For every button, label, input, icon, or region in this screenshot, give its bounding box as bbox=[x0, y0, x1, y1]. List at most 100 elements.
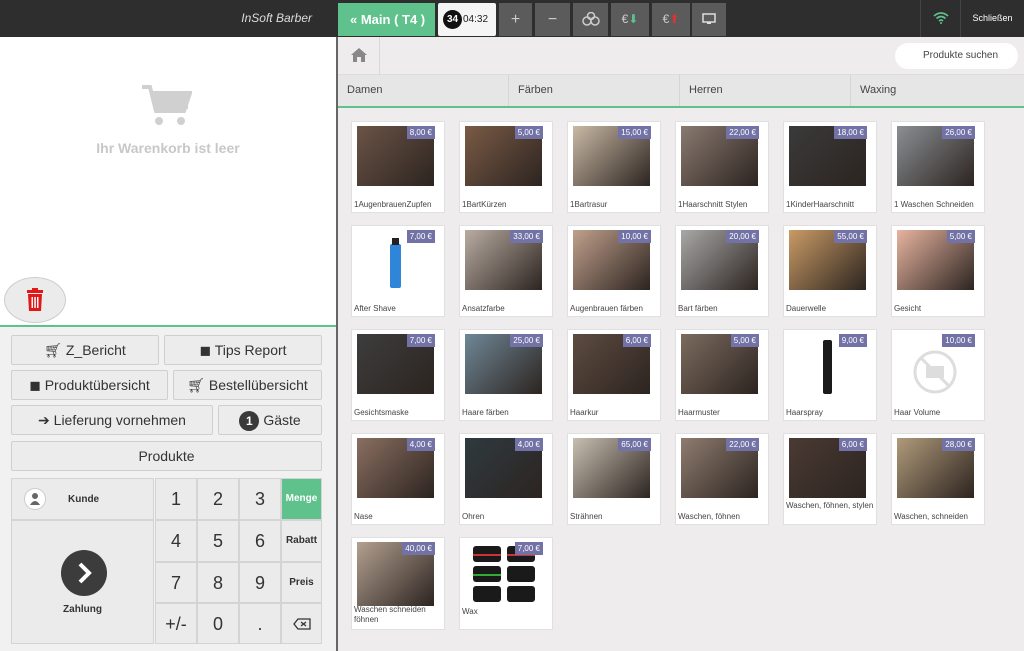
plus-icon[interactable]: + bbox=[499, 3, 532, 36]
product-card[interactable]: 7,00 € After Shave bbox=[351, 225, 445, 317]
products-button[interactable]: Produkte bbox=[11, 441, 322, 471]
product-card[interactable]: 6,00 € Waschen, föhnen, stylen bbox=[783, 433, 877, 525]
product-card[interactable]: 65,00 € Strähnen bbox=[567, 433, 661, 525]
product-card[interactable]: 22,00 € 1Haarschnitt Stylen bbox=[675, 121, 769, 213]
euro-in-icon[interactable]: €⬇ bbox=[611, 3, 649, 36]
key-1[interactable]: 1 bbox=[155, 478, 197, 520]
product-name: Waschen, schneiden bbox=[894, 512, 968, 521]
payment-button[interactable]: Zahlung bbox=[11, 520, 154, 644]
trash-button[interactable] bbox=[4, 277, 66, 323]
product-price: 9,00 € bbox=[838, 334, 867, 347]
euro-out-icon[interactable]: €⬆ bbox=[652, 3, 690, 36]
payment-label: Zahlung bbox=[63, 604, 102, 615]
product-card[interactable]: 22,00 € Waschen, föhnen bbox=[675, 433, 769, 525]
monitor-icon[interactable] bbox=[692, 3, 726, 36]
product-card[interactable]: 26,00 € 1 Waschen Schneiden bbox=[891, 121, 985, 213]
price-button[interactable]: Preis bbox=[281, 562, 322, 603]
product-price: 55,00 € bbox=[834, 230, 867, 243]
product-price: 4,00 € bbox=[514, 438, 543, 451]
product-price: 33,00 € bbox=[510, 230, 543, 243]
product-card[interactable]: 4,00 € Ohren bbox=[459, 433, 553, 525]
search-input[interactable]: Produkte suchen bbox=[895, 43, 1018, 69]
key-4[interactable]: 4 bbox=[155, 520, 197, 562]
product-price: 20,00 € bbox=[726, 230, 759, 243]
product-card[interactable]: 4,00 € Nase bbox=[351, 433, 445, 525]
product-name: Augenbrauen färben bbox=[570, 304, 643, 313]
product-card[interactable]: 10,00 € Augenbrauen färben bbox=[567, 225, 661, 317]
product-card[interactable]: 5,00 € Haarmuster bbox=[675, 329, 769, 421]
category-bar: Damen Färben Herren Waxing bbox=[338, 75, 1024, 108]
product-name: 1KinderHaarschnitt bbox=[786, 200, 855, 209]
product-card[interactable]: 20,00 € Bart färben bbox=[675, 225, 769, 317]
tips-report-button[interactable]: ◼ Tips Report bbox=[164, 335, 322, 365]
home-icon bbox=[350, 48, 367, 62]
product-card[interactable]: 7,00 € Wax bbox=[459, 537, 553, 630]
product-card[interactable]: 7,00 € Gesichtsmaske bbox=[351, 329, 445, 421]
product-card[interactable]: 33,00 € Ansatzfarbe bbox=[459, 225, 553, 317]
product-name: Ohren bbox=[462, 512, 485, 521]
split-icon[interactable] bbox=[573, 3, 608, 36]
key-3[interactable]: 3 bbox=[239, 478, 281, 520]
product-name: Waschen schneiden föhnen bbox=[354, 605, 426, 624]
discount-button[interactable]: Rabatt bbox=[281, 520, 322, 562]
arrow-right-icon: ➔ bbox=[38, 412, 54, 428]
category-faerben[interactable]: Färben bbox=[509, 75, 680, 106]
product-card[interactable]: 18,00 € 1KinderHaarschnitt bbox=[783, 121, 877, 213]
product-overview-button[interactable]: ◼ Produktübersicht bbox=[11, 370, 168, 400]
product-card[interactable]: 5,00 € 1BartKürzen bbox=[459, 121, 553, 213]
key-plus-minus[interactable]: +/- bbox=[155, 603, 197, 644]
z-report-button[interactable]: 🛒︎ Z_Bericht bbox=[11, 335, 159, 365]
key-8[interactable]: 8 bbox=[197, 562, 239, 603]
close-button[interactable]: Schließen bbox=[960, 0, 1024, 37]
product-name: 1AugenbrauenZupfen bbox=[354, 200, 432, 209]
product-card[interactable]: 9,00 € Haarspray bbox=[783, 329, 877, 421]
delivery-button[interactable]: ➔ Lieferung vornehmen bbox=[11, 405, 213, 435]
key-9[interactable]: 9 bbox=[239, 562, 281, 603]
customer-button[interactable]: Kunde bbox=[11, 478, 154, 520]
product-name: 1BartKürzen bbox=[462, 200, 507, 209]
product-name: 1 Waschen Schneiden bbox=[894, 200, 974, 209]
tab-main[interactable]: « Main ( T4 ) bbox=[338, 3, 435, 36]
product-price: 26,00 € bbox=[942, 126, 975, 139]
minus-icon[interactable]: − bbox=[535, 3, 570, 36]
product-card[interactable]: 28,00 € Waschen, schneiden bbox=[891, 433, 985, 525]
product-price: 22,00 € bbox=[726, 126, 759, 139]
product-card[interactable]: 40,00 € Waschen schneiden föhnen bbox=[351, 537, 445, 630]
product-card[interactable]: 8,00 € 1AugenbrauenZupfen bbox=[351, 121, 445, 213]
guests-button[interactable]: 1 Gäste bbox=[218, 405, 322, 435]
trash-icon bbox=[27, 288, 43, 311]
product-card[interactable]: 15,00 € 1Bartrasur bbox=[567, 121, 661, 213]
order-overview-button[interactable]: 🛒︎ Bestellübersicht bbox=[173, 370, 322, 400]
home-button[interactable] bbox=[338, 37, 380, 75]
report-icon: ◼ bbox=[199, 342, 215, 358]
product-price: 40,00 € bbox=[402, 542, 435, 555]
product-card[interactable]: 5,00 € Gesicht bbox=[891, 225, 985, 317]
category-waxing[interactable]: Waxing bbox=[851, 75, 1024, 106]
product-card[interactable]: 6,00 € Haarkur bbox=[567, 329, 661, 421]
key-0[interactable]: 0 bbox=[197, 603, 239, 644]
product-price: 5,00 € bbox=[514, 126, 543, 139]
quantity-button[interactable]: Menge bbox=[281, 478, 322, 520]
product-name: 1Haarschnitt Stylen bbox=[678, 200, 748, 209]
cart-small-icon: 🛒︎ bbox=[44, 342, 66, 358]
product-card[interactable]: 25,00 € Haare färben bbox=[459, 329, 553, 421]
product-name: Waschen, föhnen bbox=[678, 512, 740, 521]
product-name: Wax bbox=[462, 607, 478, 616]
backspace-button[interactable] bbox=[281, 603, 322, 644]
product-price: 7,00 € bbox=[514, 542, 543, 555]
category-damen[interactable]: Damen bbox=[338, 75, 509, 106]
product-name: Dauerwelle bbox=[786, 304, 827, 313]
product-name: Gesichtsmaske bbox=[354, 408, 409, 417]
cart-icon bbox=[140, 83, 193, 127]
product-price: 22,00 € bbox=[726, 438, 759, 451]
key-7[interactable]: 7 bbox=[155, 562, 197, 603]
product-price: 18,00 € bbox=[834, 126, 867, 139]
product-card[interactable]: 10,00 € Haar Volume bbox=[891, 329, 985, 421]
key-2[interactable]: 2 bbox=[197, 478, 239, 520]
category-herren[interactable]: Herren bbox=[680, 75, 851, 106]
product-name: Bart färben bbox=[678, 304, 718, 313]
key-6[interactable]: 6 bbox=[239, 520, 281, 562]
product-card[interactable]: 55,00 € Dauerwelle bbox=[783, 225, 877, 317]
key-decimal[interactable]: . bbox=[239, 603, 281, 644]
key-5[interactable]: 5 bbox=[197, 520, 239, 562]
